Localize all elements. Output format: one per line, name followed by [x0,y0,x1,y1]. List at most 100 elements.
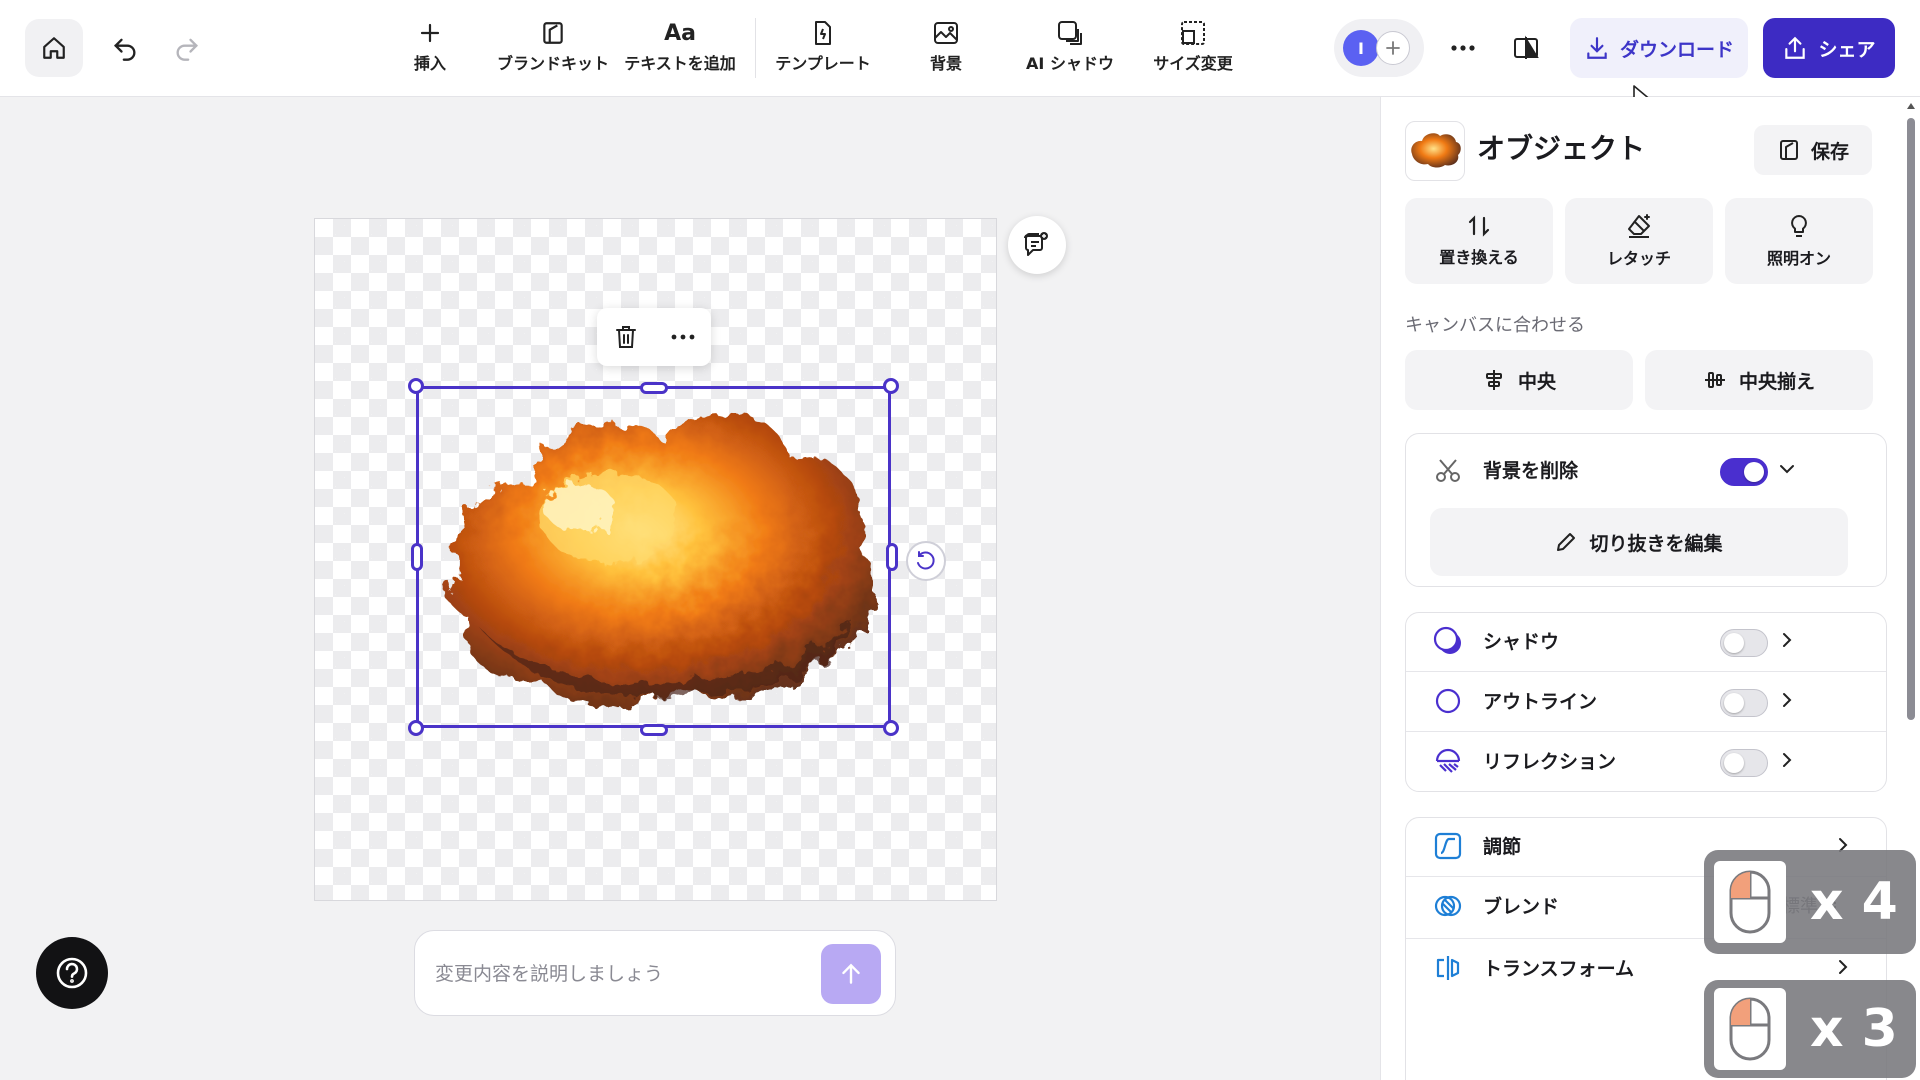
resize-handle-right[interactable] [886,543,898,571]
tool-resize[interactable]: サイズ変更 [1134,18,1252,80]
download-button[interactable]: ダウンロード [1570,18,1748,78]
tool-template[interactable]: テンプレート [764,18,882,80]
align-center-label: 中央 [1517,370,1556,393]
remove-background-card: 背景を削除 切り抜きを編集 [1405,433,1887,587]
click-count-badge: x 3 [1704,980,1916,1078]
toolbar-divider [755,18,756,78]
tool-brand-kit[interactable]: ブランドキット [494,18,612,80]
rotate-icon [915,550,937,572]
home-icon [41,35,67,61]
object-quick-toolbar [597,308,711,366]
comment-add-icon [1022,230,1052,260]
tool-background[interactable]: 背景 [887,18,1005,80]
blend-icon [1432,890,1464,922]
home-button[interactable] [25,19,83,77]
chevron-right-icon[interactable] [1832,956,1854,978]
download-icon [1584,35,1610,61]
edit-cutout-label: 切り抜きを編集 [1589,532,1723,555]
remove-background-toggle[interactable] [1720,458,1768,486]
help-button[interactable] [36,937,108,1009]
align-middle-icon [1703,368,1727,392]
brand-kit-icon [1777,138,1801,162]
outline-toggle[interactable] [1720,689,1768,717]
redo-button[interactable] [158,19,216,77]
collaborators[interactable]: I [1334,19,1424,77]
reflection-row[interactable]: リフレクション [1406,725,1886,797]
resize-handle-top[interactable] [640,382,668,394]
share-label: シェア [1818,38,1876,61]
scissors-icon [1432,454,1464,486]
add-comment-button[interactable] [1008,216,1066,274]
align-center-button[interactable]: 中央 [1405,350,1633,410]
adjust-icon [1432,830,1464,862]
outline-label: アウトライン [1483,691,1598,713]
resize-handle-bottom-left[interactable] [408,720,424,736]
panel-title: オブジェクト [1477,132,1646,165]
click-count-label: x 3 [1810,999,1898,1059]
add-collaborator-button[interactable] [1376,31,1410,65]
resize-handle-bottom-right[interactable] [883,720,899,736]
click-count-label: x 4 [1810,872,1898,932]
scroll-thumb[interactable] [1907,118,1915,720]
resize-icon [1180,18,1206,48]
light-bulb-icon [1787,213,1811,239]
shadow-toggle[interactable] [1720,629,1768,657]
tool-label: AI シャドウ [1026,54,1114,73]
share-button[interactable]: シェア [1763,18,1895,78]
rotate-handle[interactable] [906,541,946,581]
pencil-icon [1555,531,1577,553]
help-icon [54,955,90,991]
align-center-icon [1482,368,1506,392]
more-options-button[interactable] [1434,19,1492,77]
tool-label: テンプレート [775,54,871,73]
object-thumbnail [1405,121,1465,181]
compare-view-button[interactable] [1497,19,1555,77]
arrow-up-icon [838,961,864,987]
resize-handle-top-left[interactable] [408,378,424,394]
template-icon [811,18,835,48]
scroll-up-icon[interactable] [1906,102,1916,110]
text-icon: Aa [664,20,696,46]
background-icon [932,18,960,48]
download-label: ダウンロード [1619,38,1734,61]
tool-add-text[interactable]: Aa テキストを追加 [621,18,739,80]
chevron-right-icon[interactable] [1776,749,1798,771]
avatar[interactable]: I [1343,30,1379,66]
object-more-button[interactable] [660,314,706,360]
chevron-right-icon[interactable] [1776,629,1798,651]
resize-handle-left[interactable] [411,543,423,571]
blend-label: ブレンド [1483,896,1560,918]
tool-label: 挿入 [413,54,446,73]
retouch-icon [1625,213,1653,239]
edit-cutout-button[interactable]: 切り抜きを編集 [1430,508,1848,576]
tool-insert[interactable]: 挿入 [371,18,489,80]
top-toolbar: 挿入 ブランドキット Aa テキストを追加 テンプレート 背景 AI シャドウ … [0,0,1920,97]
retouch-button[interactable]: レタッチ [1565,198,1713,284]
lighting-label: 照明オン [1766,249,1831,268]
remove-background-label: 背景を削除 [1483,460,1579,482]
align-middle-button[interactable]: 中央揃え [1645,350,1873,410]
chevron-right-icon[interactable] [1776,689,1798,711]
chevron-down-icon[interactable] [1776,458,1798,480]
resize-handle-top-right[interactable] [883,378,899,394]
effects-card: シャドウ アウトライン リフレクション [1405,612,1887,792]
replace-label: 置き換える [1439,248,1519,267]
reflection-toggle[interactable] [1720,749,1768,777]
delete-button[interactable] [603,314,649,360]
transform-label: トランスフォーム [1483,958,1635,980]
remove-background-row[interactable]: 背景を削除 [1406,434,1886,506]
tool-ai-shadow[interactable]: AI シャドウ [1011,18,1129,80]
prompt-input[interactable] [433,955,807,993]
reflection-icon [1432,745,1464,777]
undo-button[interactable] [96,19,154,77]
selection-box [416,386,891,728]
resize-handle-bottom[interactable] [640,724,668,736]
replace-button[interactable]: 置き換える [1405,198,1553,284]
lighting-button[interactable]: 照明オン [1725,198,1873,284]
prompt-send-button[interactable] [821,944,881,1004]
ai-shadow-icon [1056,18,1084,48]
shadow-icon [1432,625,1464,657]
transform-icon [1432,952,1464,984]
ai-prompt-box [414,930,896,1016]
save-button[interactable]: 保存 [1754,125,1872,175]
